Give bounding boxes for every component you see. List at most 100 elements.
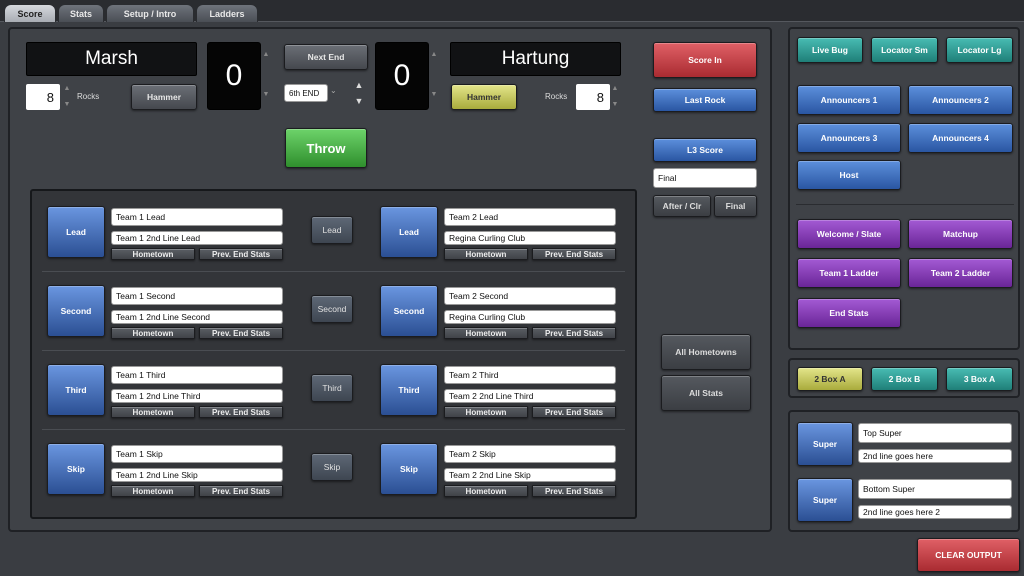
team2-skip-button[interactable]: Skip — [380, 443, 438, 495]
chevron-down-icon[interactable]: ▼ — [612, 101, 619, 109]
chevron-up-icon[interactable]: ▲ — [431, 51, 438, 59]
team1-lead-button[interactable]: Lead — [47, 206, 105, 258]
second-center-button[interactable]: Second — [311, 295, 353, 323]
team1-lead-hometown-button[interactable]: Hometown — [111, 248, 195, 260]
team1-rocks-stepper[interactable]: ▲ ▼ — [62, 85, 72, 109]
locator-lg-button[interactable]: Locator Lg — [946, 37, 1013, 63]
team2-lead-name-field[interactable]: Team 2 Lead — [444, 208, 616, 226]
all-stats-button[interactable]: All Stats — [661, 375, 751, 411]
live-bug-button[interactable]: Live Bug — [797, 37, 863, 63]
box-2b-button[interactable]: 2 Box B — [871, 367, 938, 391]
throw-button[interactable]: Throw — [285, 128, 367, 168]
team2-second-name-field[interactable]: Team 2 Second — [444, 287, 616, 305]
clear-output-button[interactable]: CLEAR OUTPUT — [917, 538, 1020, 572]
team1-second-line2-field[interactable]: Team 1 2nd Line Second — [111, 310, 283, 324]
announcers-2-button[interactable]: Announcers 2 — [908, 85, 1013, 115]
chevron-up-icon[interactable]: ▲ — [64, 85, 71, 93]
chevron-up-icon[interactable]: ▲ — [612, 85, 619, 93]
team1-third-line2-field[interactable]: Team 1 2nd Line Third — [111, 389, 283, 403]
chevron-down-icon[interactable]: ⌄ — [330, 86, 337, 95]
team2-skip-prev-end-stats-button[interactable]: Prev. End Stats — [532, 485, 616, 497]
after-clear-button[interactable]: After / Clr — [653, 195, 711, 217]
team1-lead-line2-field[interactable]: Team 1 2nd Line Lead — [111, 231, 283, 245]
team1-second-button[interactable]: Second — [47, 285, 105, 337]
locator-sm-button[interactable]: Locator Sm — [871, 37, 938, 63]
chevron-down-icon[interactable]: ▼ — [263, 91, 270, 99]
team1-lead-prev-end-stats-button[interactable]: Prev. End Stats — [199, 248, 283, 260]
team2-skip-hometown-button[interactable]: Hometown — [444, 485, 528, 497]
team1-skip-line2-field[interactable]: Team 1 2nd Line Skip — [111, 468, 283, 482]
l3-score-field[interactable]: Final — [653, 168, 757, 188]
team1-hammer-button[interactable]: Hammer — [131, 84, 197, 110]
team2-second-hometown-button[interactable]: Hometown — [444, 327, 528, 339]
team1-third-hometown-button[interactable]: Hometown — [111, 406, 195, 418]
team1-second-name-field[interactable]: Team 1 Second — [111, 287, 283, 305]
team1-second-hometown-button[interactable]: Hometown — [111, 327, 195, 339]
chevron-down-icon[interactable]: ▼ — [355, 97, 364, 106]
team1-rocks-field[interactable]: 8 — [26, 84, 60, 110]
team2-rocks-stepper[interactable]: ▲ ▼ — [610, 85, 620, 109]
team1-third-name-field[interactable]: Team 1 Third — [111, 366, 283, 384]
team1-second-prev-end-stats-button[interactable]: Prev. End Stats — [199, 327, 283, 339]
tab-stats[interactable]: Stats — [58, 4, 104, 22]
team2-third-button[interactable]: Third — [380, 364, 438, 416]
box-2a-button[interactable]: 2 Box A — [797, 367, 863, 391]
team2-lead-hometown-button[interactable]: Hometown — [444, 248, 528, 260]
team2-third-line2-field[interactable]: Team 2 2nd Line Third — [444, 389, 616, 403]
all-hometowns-button[interactable]: All Hometowns — [661, 334, 751, 370]
team1-third-button[interactable]: Third — [47, 364, 105, 416]
team2-third-name-field[interactable]: Team 2 Third — [444, 366, 616, 384]
chevron-down-icon[interactable]: ▼ — [431, 91, 438, 99]
score-in-button[interactable]: Score In — [653, 42, 757, 78]
bottom-super-button[interactable]: Super — [797, 478, 853, 522]
chevron-down-icon[interactable]: ▼ — [64, 101, 71, 109]
top-super-line1-field[interactable]: Top Super — [858, 423, 1012, 443]
announcers-3-button[interactable]: Announcers 3 — [797, 123, 901, 153]
team1-ladder-button[interactable]: Team 1 Ladder — [797, 258, 901, 288]
announcers-1-button[interactable]: Announcers 1 — [797, 85, 901, 115]
team2-rocks-field[interactable]: 8 — [576, 84, 610, 110]
team1-third-prev-end-stats-button[interactable]: Prev. End Stats — [199, 406, 283, 418]
next-end-button[interactable]: Next End — [284, 44, 368, 70]
team2-lead-button[interactable]: Lead — [380, 206, 438, 258]
team2-second-line2-field[interactable]: Regina Curling Club — [444, 310, 616, 324]
end-select[interactable]: 6th END — [284, 84, 328, 102]
announcers-4-button[interactable]: Announcers 4 — [908, 123, 1013, 153]
team2-lead-line2-field[interactable]: Regina Curling Club — [444, 231, 616, 245]
team1-lead-name-field[interactable]: Team 1 Lead — [111, 208, 283, 226]
team2-skip-line2-field[interactable]: Team 2 2nd Line Skip — [444, 468, 616, 482]
end-stepper[interactable]: ▲ ▼ — [353, 81, 365, 106]
tab-ladders[interactable]: Ladders — [196, 4, 258, 22]
team1-skip-hometown-button[interactable]: Hometown — [111, 485, 195, 497]
final-button[interactable]: Final — [714, 195, 757, 217]
welcome-slate-button[interactable]: Welcome / Slate — [797, 219, 901, 249]
skip-center-button[interactable]: Skip — [311, 453, 353, 481]
team1-skip-button[interactable]: Skip — [47, 443, 105, 495]
tab-score[interactable]: Score — [4, 4, 56, 22]
tab-setup-intro[interactable]: Setup / Intro — [106, 4, 194, 22]
top-super-line2-field[interactable]: 2nd line goes here — [858, 449, 1012, 463]
team1-skip-prev-end-stats-button[interactable]: Prev. End Stats — [199, 485, 283, 497]
matchup-button[interactable]: Matchup — [908, 219, 1013, 249]
box-3a-button[interactable]: 3 Box A — [946, 367, 1013, 391]
top-super-button[interactable]: Super — [797, 422, 853, 466]
lead-center-button[interactable]: Lead — [311, 216, 353, 244]
team2-score-stepper[interactable]: ▲ ▼ — [429, 51, 439, 99]
team2-third-hometown-button[interactable]: Hometown — [444, 406, 528, 418]
team1-skip-name-field[interactable]: Team 1 Skip — [111, 445, 283, 463]
l3-score-button[interactable]: L3 Score — [653, 138, 757, 162]
team2-hammer-button[interactable]: Hammer — [451, 84, 517, 110]
team1-score-stepper[interactable]: ▲ ▼ — [261, 51, 271, 99]
team2-ladder-button[interactable]: Team 2 Ladder — [908, 258, 1013, 288]
chevron-up-icon[interactable]: ▲ — [263, 51, 270, 59]
team2-lead-prev-end-stats-button[interactable]: Prev. End Stats — [532, 248, 616, 260]
bottom-super-line1-field[interactable]: Bottom Super — [858, 479, 1012, 499]
last-rock-button[interactable]: Last Rock — [653, 88, 757, 112]
team2-third-prev-end-stats-button[interactable]: Prev. End Stats — [532, 406, 616, 418]
chevron-up-icon[interactable]: ▲ — [355, 81, 364, 90]
host-button[interactable]: Host — [797, 160, 901, 190]
team2-second-button[interactable]: Second — [380, 285, 438, 337]
team2-second-prev-end-stats-button[interactable]: Prev. End Stats — [532, 327, 616, 339]
bottom-super-line2-field[interactable]: 2nd line goes here 2 — [858, 505, 1012, 519]
third-center-button[interactable]: Third — [311, 374, 353, 402]
